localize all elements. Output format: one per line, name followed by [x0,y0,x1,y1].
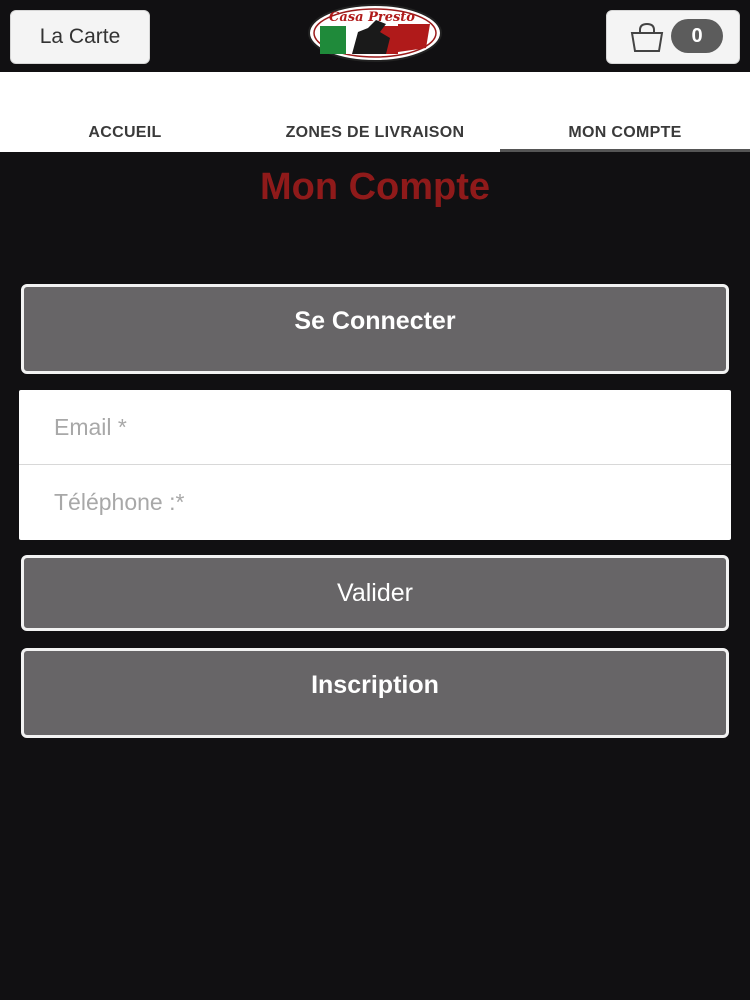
inscription-button[interactable]: Inscription [21,648,729,738]
casa-presto-logo[interactable]: Casa Presto [306,2,444,64]
navigation-bar: ACCUEIL ZONES DE LIVRAISON MON COMPTE [0,72,750,152]
la-carte-button[interactable]: La Carte [10,10,150,64]
login-form [19,390,731,540]
cart-button[interactable]: 0 [606,10,740,64]
logo-text: Casa Presto [329,10,415,25]
se-connecter-button[interactable]: Se Connecter [21,284,729,374]
phone-input[interactable] [19,465,731,540]
tab-accueil[interactable]: ACCUEIL [0,72,250,152]
page-title: Mon Compte [259,166,491,208]
tab-zones-de-livraison[interactable]: ZONES DE LIVRAISON [250,72,500,152]
tab-mon-compte[interactable]: MON COMPTE [500,72,750,152]
cart-count-badge: 0 [671,19,723,53]
shopping-bag-icon [630,23,664,52]
top-bar: La Carte Casa Presto 0 [0,0,750,72]
valider-button[interactable]: Valider [21,555,729,631]
email-input[interactable] [19,390,731,465]
